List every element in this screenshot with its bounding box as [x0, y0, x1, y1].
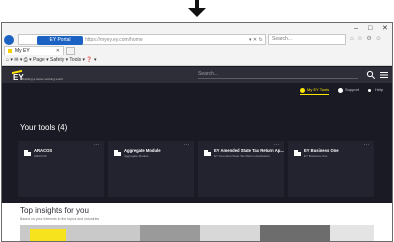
app-header: EY Building a better working world Searc…	[2, 67, 392, 83]
building-icon	[114, 150, 121, 156]
command-bar[interactable]: ⌂ ▾ ✉ ▾ ⎙ ▾ Page ▾ Safety ▾ Tools ▾ ❓ ▾	[2, 55, 392, 66]
ey-logo-tagline: Building a better working world	[22, 77, 63, 81]
tool-more-button[interactable]: ···	[184, 143, 191, 148]
insights-section: Top insights for you Based on your inter…	[2, 203, 392, 241]
tool-card[interactable]: EY Amended State Tax Return Ap... EY Ame…	[198, 141, 284, 197]
browser-window: – □ ✕ EY Portal https://myey.ey.com/home…	[1, 22, 393, 242]
tool-description: ARACOS	[34, 154, 47, 158]
tab-close-icon[interactable]: ✕	[56, 47, 60, 55]
tools-dot-icon	[300, 88, 305, 93]
browser-chrome: – □ ✕ EY Portal https://myey.ey.com/home…	[2, 23, 392, 66]
building-icon	[24, 150, 31, 156]
ey-app: EY Building a better working world Searc…	[2, 67, 392, 241]
tool-card[interactable]: EY Business One EY Business One ···	[288, 141, 374, 197]
tab-my-ey[interactable]: My EY ✕	[4, 46, 64, 55]
minimize-button[interactable]: –	[354, 24, 358, 33]
subnav-label: My EY Tools	[307, 87, 330, 92]
tool-card[interactable]: Aggregate Module Aggregate Module ···	[108, 141, 194, 197]
insights-title: Top insights for you	[20, 206, 89, 215]
insight-image-panel	[330, 225, 374, 241]
tool-name: EY Amended State Tax Return Ap...	[214, 148, 284, 153]
tool-more-button[interactable]: ···	[94, 143, 101, 148]
support-icon	[338, 88, 343, 93]
url-text[interactable]: https://myey.ey.com/home	[85, 37, 143, 44]
browser-toolbar-icons[interactable]: ⌂ ☆ ⚙ ☺	[350, 36, 383, 43]
insight-image-panel	[140, 225, 200, 241]
insights-subtitle: Based on your interests in the topics an…	[20, 217, 100, 221]
insight-image-panel	[200, 225, 260, 241]
tool-more-button[interactable]: ···	[364, 143, 371, 148]
close-window-button[interactable]: ✕	[382, 24, 388, 33]
help-icon	[368, 89, 371, 92]
new-tab-button[interactable]	[66, 47, 75, 55]
insight-image[interactable]	[20, 225, 374, 241]
tool-description: EY Amended State Tax Return Application	[214, 154, 270, 158]
address-row: EY Portal https://myey.ey.com/home ▾ ✕ ↻…	[2, 34, 392, 45]
address-bar-tools[interactable]: ▾ ✕ ↻	[249, 37, 263, 44]
tool-name: ARACOS	[34, 148, 53, 153]
tool-more-button[interactable]: ···	[274, 143, 281, 148]
address-bar[interactable]: EY Portal https://myey.ey.com/home ▾ ✕ ↻	[18, 34, 266, 45]
insight-highlight-shape	[30, 229, 66, 241]
subnav-label: Help	[375, 87, 384, 92]
tool-name: Aggregate Module	[124, 148, 161, 153]
building-icon	[204, 150, 211, 156]
screenshot-root: – □ ✕ EY Portal https://myey.ey.com/home…	[0, 0, 394, 242]
tool-name: EY Business One	[304, 148, 339, 153]
ey-favicon-icon	[8, 49, 12, 53]
header-search-input[interactable]: Search...	[198, 71, 358, 79]
subnav-item-support[interactable]: Support	[338, 86, 359, 95]
sub-navigation: My EY Tools Support Help	[2, 83, 392, 97]
tool-card[interactable]: ARACOS ARACOS ···	[18, 141, 104, 197]
maximize-button[interactable]: □	[368, 24, 372, 33]
tools-section-title: Your tools (4)	[20, 123, 68, 132]
tool-description: EY Business One	[304, 154, 328, 158]
subnav-item-help[interactable]: Help	[368, 86, 383, 95]
building-icon	[294, 150, 301, 156]
tool-description: Aggregate Module	[124, 154, 149, 158]
subnav-label: Support	[345, 87, 360, 92]
subnav-item-my-ey-tools[interactable]: My EY Tools	[300, 86, 330, 95]
back-button[interactable]	[4, 35, 14, 45]
browser-search-input[interactable]: Search...	[268, 34, 346, 45]
insight-image-panel	[260, 225, 330, 241]
pointer-arrow-icon	[188, 0, 206, 17]
menu-icon[interactable]	[380, 71, 388, 79]
site-identity-badge[interactable]: EY Portal	[37, 36, 83, 45]
tab-title: My EY	[15, 48, 30, 54]
tab-row: My EY ✕	[2, 45, 392, 55]
search-icon[interactable]	[366, 70, 376, 80]
